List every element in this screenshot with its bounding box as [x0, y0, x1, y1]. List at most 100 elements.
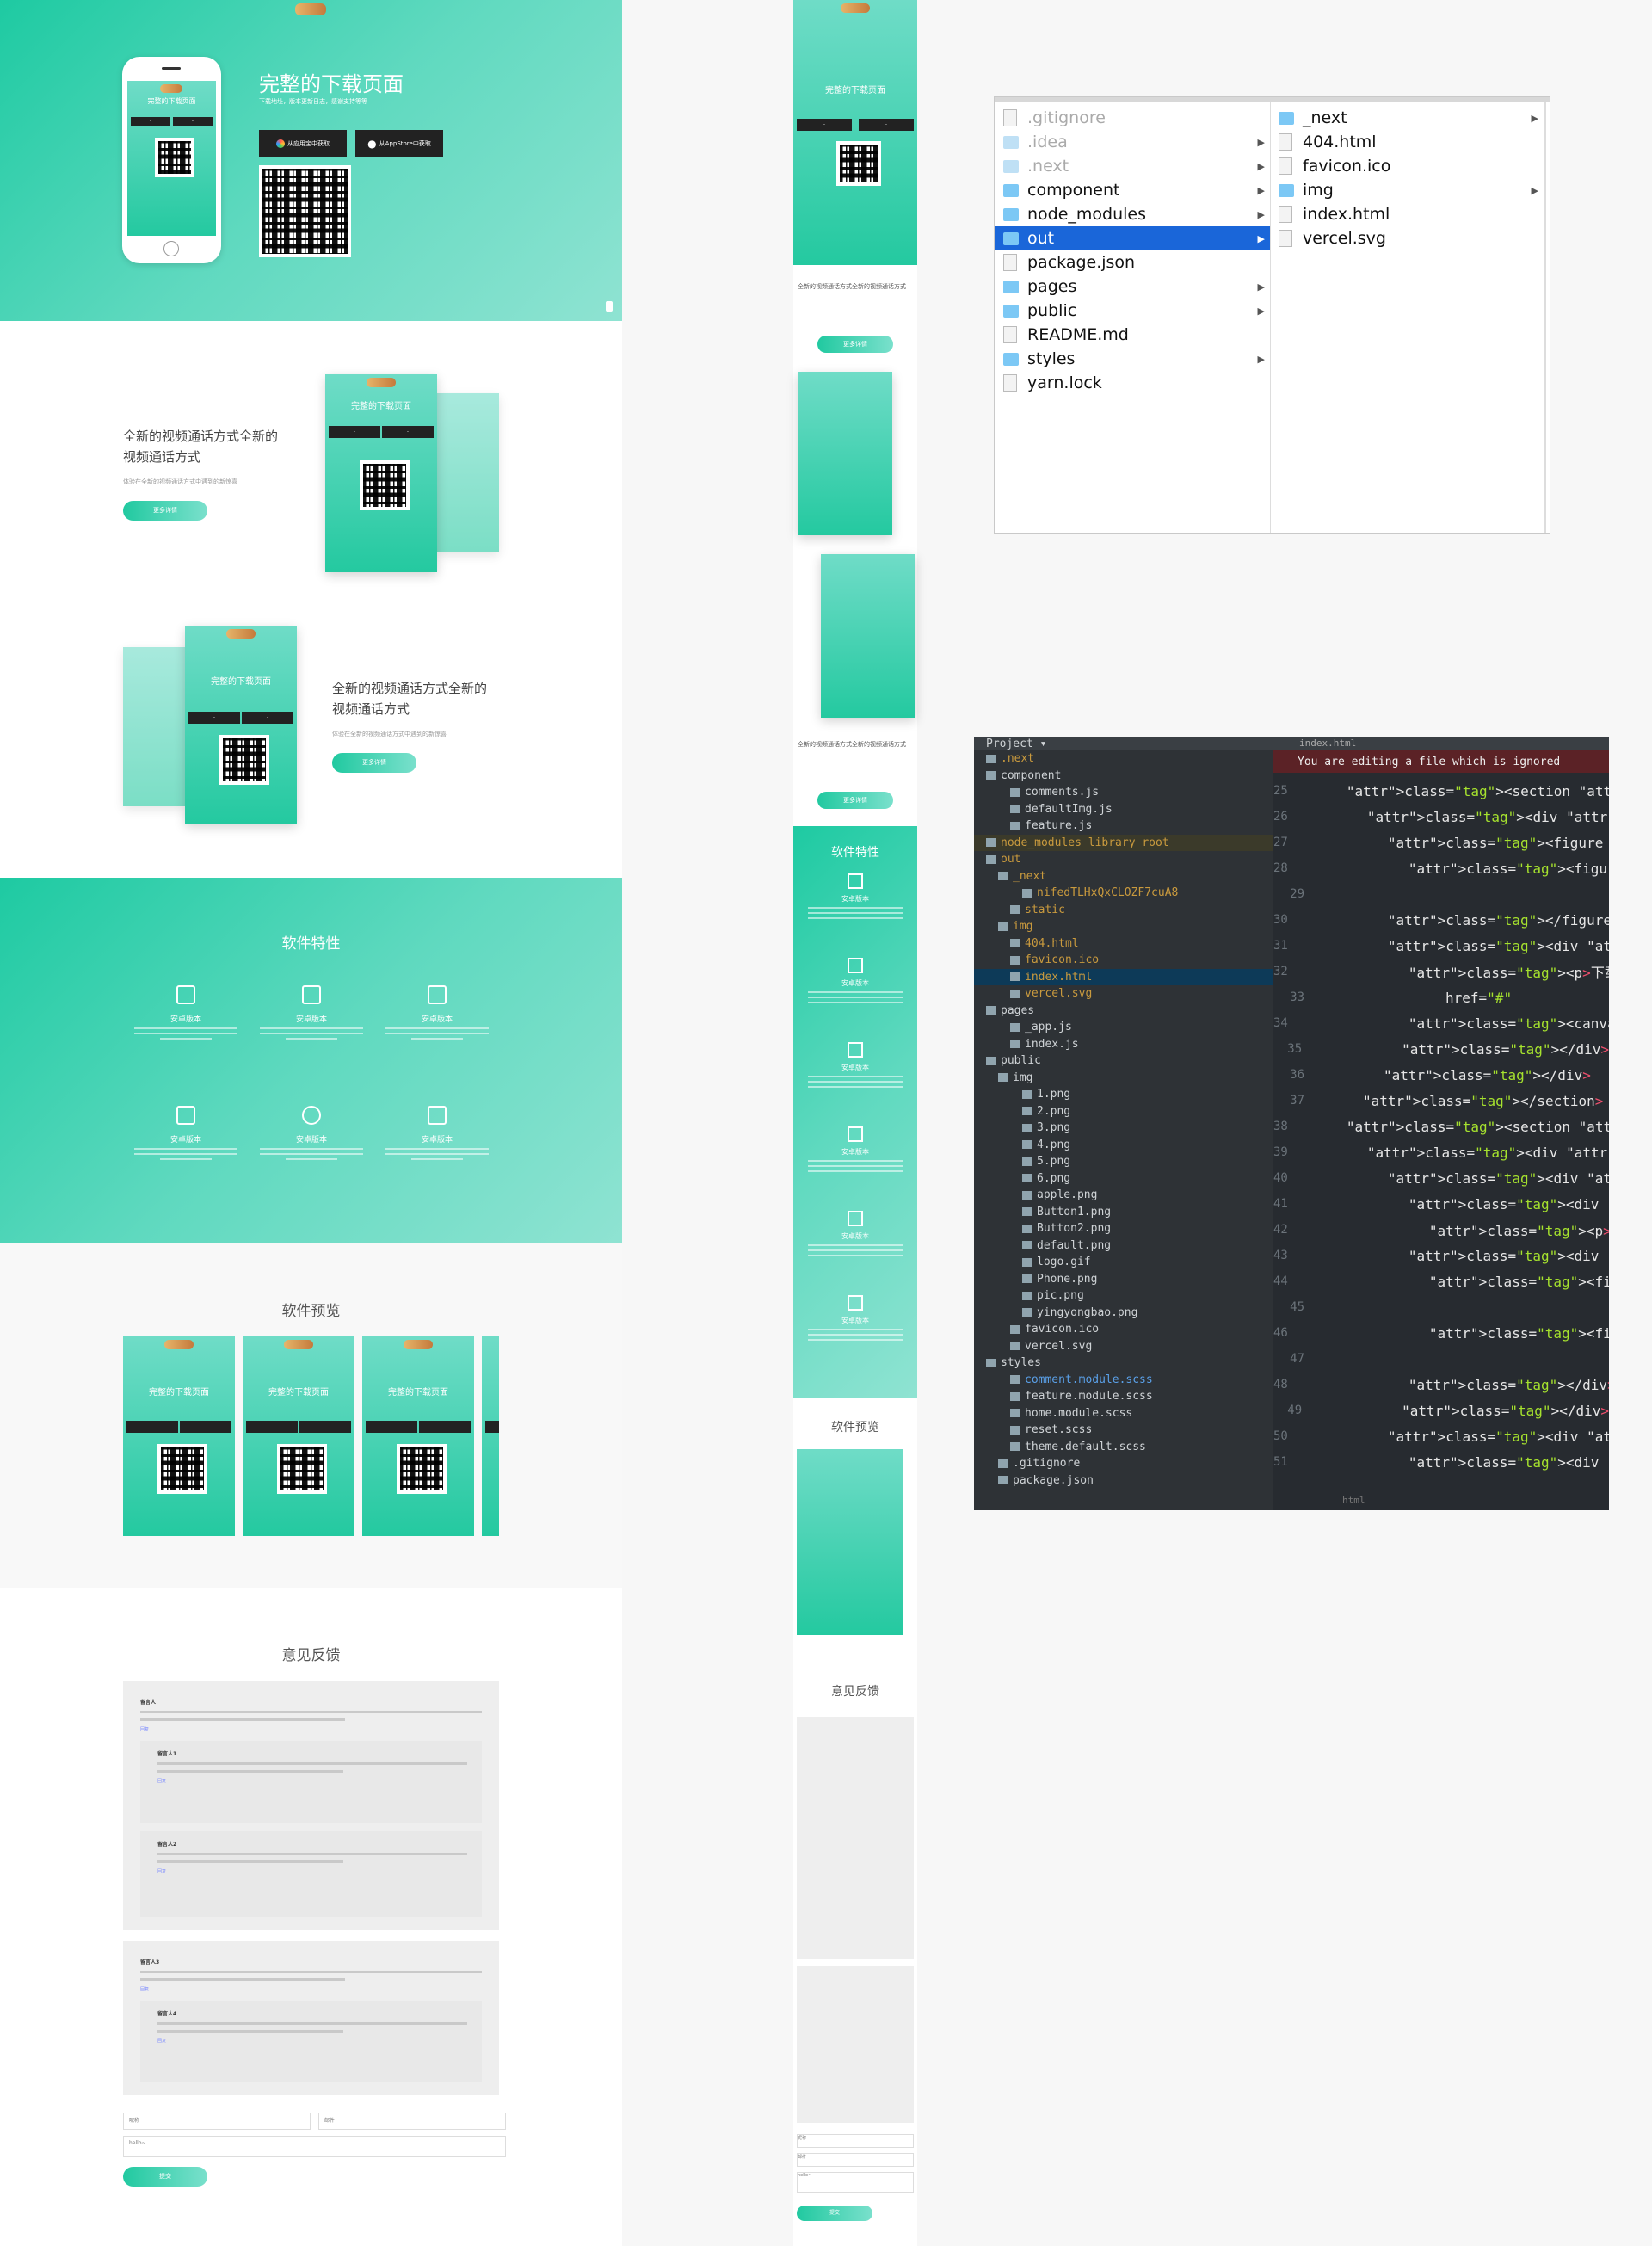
project-tree-item[interactable]: home.module.scss — [974, 1405, 1273, 1422]
mobile-message-input[interactable]: hello~ — [797, 2172, 914, 2193]
project-tree-item[interactable]: styles — [974, 1354, 1273, 1372]
mobile-more-button-2[interactable]: 更多详情 — [817, 792, 893, 809]
project-tree-item[interactable]: feature.js — [974, 818, 1273, 835]
project-tree-item[interactable]: out — [974, 851, 1273, 868]
finder-item[interactable]: 404.html — [1270, 130, 1544, 154]
code-line[interactable]: 31 "attr">class="tag"><div "attr">class="… — [1273, 933, 1609, 959]
mobile-submit-button[interactable]: 提交 — [797, 2206, 872, 2221]
finder-item[interactable]: README.md — [995, 323, 1270, 347]
project-tree-item[interactable]: feature.module.scss — [974, 1388, 1273, 1405]
finder-item[interactable]: .next ▶ — [995, 154, 1270, 178]
finder-item[interactable]: styles ▶ — [995, 347, 1270, 371]
finder-item[interactable]: component ▶ — [995, 178, 1270, 202]
ios-download-button[interactable]: ● 从AppStore中获取 — [355, 130, 443, 157]
code-line[interactable]: 48 "attr">class="tag"></div> — [1273, 1372, 1609, 1398]
code-line[interactable]: 46 "attr">class="tag"><figure clas — [1273, 1320, 1609, 1346]
project-tree-item[interactable]: vercel.svg — [974, 985, 1273, 1003]
code-line[interactable]: 30 "attr">class="tag"></figure> — [1273, 907, 1609, 933]
mobile-email-input[interactable]: 邮件 — [797, 2153, 914, 2167]
code-line[interactable]: 45 — [1273, 1294, 1609, 1320]
project-tree-item[interactable]: README.md — [974, 1489, 1273, 1490]
code-line[interactable]: 51 "attr">class="tag"><div "attr">class="… — [1273, 1449, 1609, 1475]
editor-tab[interactable]: index.html — [1299, 737, 1356, 749]
code-line[interactable]: 50 "attr">class="tag"><div "attr">class="… — [1273, 1423, 1609, 1449]
project-tree-item[interactable]: pic.png — [974, 1287, 1273, 1305]
project-tree-item[interactable]: img — [974, 918, 1273, 935]
code-line[interactable]: 37 "attr">class="tag"></section> — [1273, 1088, 1609, 1114]
code-line[interactable]: 41 "attr">class="tag"><div "attr">class="… — [1273, 1191, 1609, 1217]
finder-item[interactable]: public ▶ — [995, 299, 1270, 323]
finder-item[interactable]: img ▶ — [1270, 178, 1544, 202]
project-tree-item[interactable]: .next — [974, 750, 1273, 768]
project-tree-item[interactable]: 3.png — [974, 1120, 1273, 1137]
code-line[interactable]: 35 "attr">class="tag"></div> — [1273, 1036, 1609, 1062]
finder-item[interactable]: node_modules ▶ — [995, 202, 1270, 226]
project-tree-item[interactable]: 4.png — [974, 1137, 1273, 1154]
project-tree-item[interactable]: node_modules library root — [974, 834, 1273, 851]
reply-link[interactable]: 回复 — [140, 1986, 482, 1992]
project-tree-item[interactable]: logo.gif — [974, 1254, 1273, 1271]
project-tree-item[interactable]: Button2.png — [974, 1220, 1273, 1237]
project-tree-item[interactable]: nifedTLHxQxCLOZF7cuA8 — [974, 885, 1273, 902]
project-tree-item[interactable]: 1.png — [974, 1086, 1273, 1103]
project-tree-item[interactable]: index.js — [974, 1036, 1273, 1053]
project-tree-item[interactable]: default.png — [974, 1237, 1273, 1255]
project-tree-item[interactable]: static — [974, 902, 1273, 919]
project-tree-item[interactable]: _next — [974, 868, 1273, 885]
code-line[interactable]: 28 "attr">class="tag"><figure "attr">clas… — [1273, 855, 1609, 881]
project-label[interactable]: Project ▾ — [974, 737, 1046, 750]
project-tree-item[interactable]: favicon.ico — [974, 952, 1273, 969]
submit-button[interactable]: 提交 — [123, 2167, 207, 2187]
code-line[interactable]: 32 "attr">class="tag"><p>下载地址，版本更 — [1273, 959, 1609, 984]
finder-item[interactable]: .idea ▶ — [995, 130, 1270, 154]
project-tree-item[interactable]: 404.html — [974, 935, 1273, 953]
email-input[interactable]: 邮件 — [318, 2113, 506, 2130]
code-line[interactable]: 26 "attr">class="tag"><div "attr">class="… — [1273, 804, 1609, 830]
project-tree-item[interactable]: Phone.png — [974, 1271, 1273, 1288]
finder-item[interactable]: vercel.svg — [1270, 226, 1544, 250]
code-line[interactable]: 43 "attr">class="tag"><div "attr">class="… — [1273, 1243, 1609, 1268]
code-line[interactable]: 25 "attr">class="tag"><section "attr">cla… — [1273, 778, 1609, 804]
project-tree-item[interactable]: favicon.ico — [974, 1321, 1273, 1338]
code-line[interactable]: 33 href="#" — [1273, 984, 1609, 1010]
project-tree-item[interactable]: img — [974, 1070, 1273, 1087]
finder-item[interactable]: pages ▶ — [995, 275, 1270, 299]
project-tree-item[interactable]: apple.png — [974, 1187, 1273, 1204]
project-tree-item[interactable]: 6.png — [974, 1170, 1273, 1188]
project-tree-item[interactable]: _app.js — [974, 1019, 1273, 1036]
finder-item[interactable]: out ▶ — [995, 226, 1270, 250]
project-tree-item[interactable]: component — [974, 768, 1273, 785]
finder-item[interactable]: favicon.ico — [1270, 154, 1544, 178]
project-tree-item[interactable]: Button1.png — [974, 1204, 1273, 1221]
reply-link[interactable]: 回复 — [140, 1726, 482, 1732]
mobile-name-input[interactable]: 昵称 — [797, 2134, 914, 2148]
android-download-button[interactable]: 从应用宝中获取 — [259, 130, 347, 157]
finder-item[interactable]: .gitignore — [995, 106, 1270, 130]
code-line[interactable]: 34 "attr">class="tag"><canvas "attr">styl… — [1273, 1010, 1609, 1036]
code-line[interactable]: 49 "attr">class="tag"></div> — [1273, 1398, 1609, 1423]
code-line[interactable]: 40 "attr">class="tag"><div "attr">class="… — [1273, 1165, 1609, 1191]
finder-item[interactable]: yarn.lock — [995, 371, 1270, 395]
more-details-button-2[interactable]: 更多详情 — [332, 753, 416, 773]
project-tree-item[interactable]: comments.js — [974, 784, 1273, 801]
message-input[interactable]: hello~ — [123, 2136, 506, 2157]
project-tree-item[interactable]: public — [974, 1052, 1273, 1070]
reply-link[interactable]: 回复 — [157, 1778, 467, 1784]
reply-link[interactable]: 回复 — [157, 1868, 467, 1874]
project-tree-item[interactable]: .gitignore — [974, 1455, 1273, 1472]
project-tree-item[interactable]: theme.default.scss — [974, 1439, 1273, 1456]
mobile-more-button[interactable]: 更多详情 — [817, 336, 893, 353]
code-line[interactable]: 29 — [1273, 881, 1609, 907]
name-input[interactable]: 昵称 — [123, 2113, 311, 2130]
project-tree-item[interactable]: 5.png — [974, 1153, 1273, 1170]
project-tree-item[interactable]: pages — [974, 1003, 1273, 1020]
finder-item[interactable]: index.html — [1270, 202, 1544, 226]
project-tree-item[interactable]: yingyongbao.png — [974, 1305, 1273, 1322]
code-line[interactable]: 47 — [1273, 1346, 1609, 1372]
project-tree-item[interactable]: vercel.svg — [974, 1338, 1273, 1355]
code-line[interactable]: 44 "attr">class="tag"><figure clas — [1273, 1268, 1609, 1294]
project-tree-item[interactable]: 2.png — [974, 1103, 1273, 1120]
more-details-button[interactable]: 更多详情 — [123, 501, 207, 521]
code-line[interactable]: 39 "attr">class="tag"><div "attr">class="… — [1273, 1139, 1609, 1165]
code-line[interactable]: 36 "attr">class="tag"></div> — [1273, 1062, 1609, 1088]
